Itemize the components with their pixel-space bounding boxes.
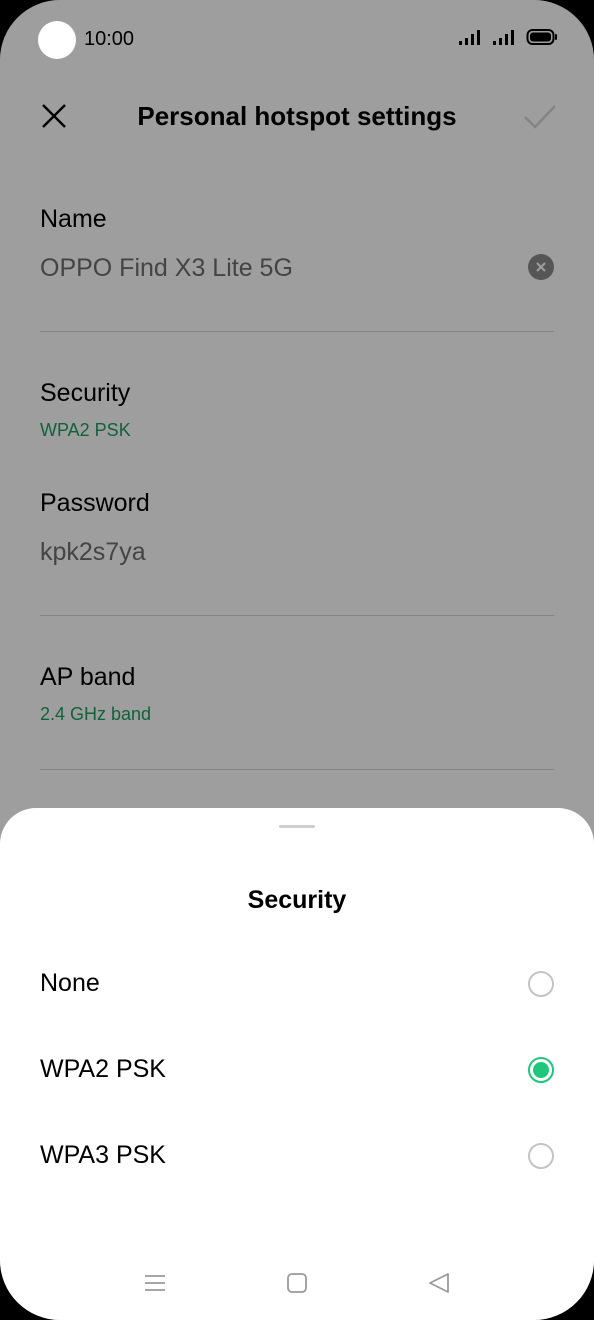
home-icon (287, 1273, 307, 1293)
option-label: WPA3 PSK (40, 1141, 166, 1169)
back-icon (429, 1273, 449, 1293)
sheet-handle[interactable] (279, 825, 315, 828)
option-label: None (40, 969, 100, 997)
home-button[interactable] (282, 1268, 312, 1298)
option-none[interactable]: None (0, 941, 594, 1027)
menu-icon (145, 1275, 165, 1291)
security-bottom-sheet: Security None WPA2 PSK WPA3 PSK (0, 808, 594, 1320)
radio-selected[interactable] (528, 1057, 554, 1083)
hotspot-settings-page: 10:00 Personal hotspot settings Name OPP… (0, 0, 594, 1320)
option-wpa2-psk[interactable]: WPA2 PSK (0, 1027, 594, 1113)
radio-unselected[interactable] (528, 971, 554, 997)
phone-screen: 10:00 Personal hotspot settings Name OPP… (0, 0, 594, 1320)
option-label: WPA2 PSK (40, 1055, 166, 1083)
option-wpa3-psk[interactable]: WPA3 PSK (0, 1113, 594, 1199)
navigation-bar (0, 1248, 594, 1320)
menu-button[interactable] (140, 1268, 170, 1298)
radio-unselected[interactable] (528, 1143, 554, 1169)
camera-cutout (38, 21, 76, 59)
sheet-title: Security (247, 886, 347, 914)
back-button[interactable] (424, 1268, 454, 1298)
